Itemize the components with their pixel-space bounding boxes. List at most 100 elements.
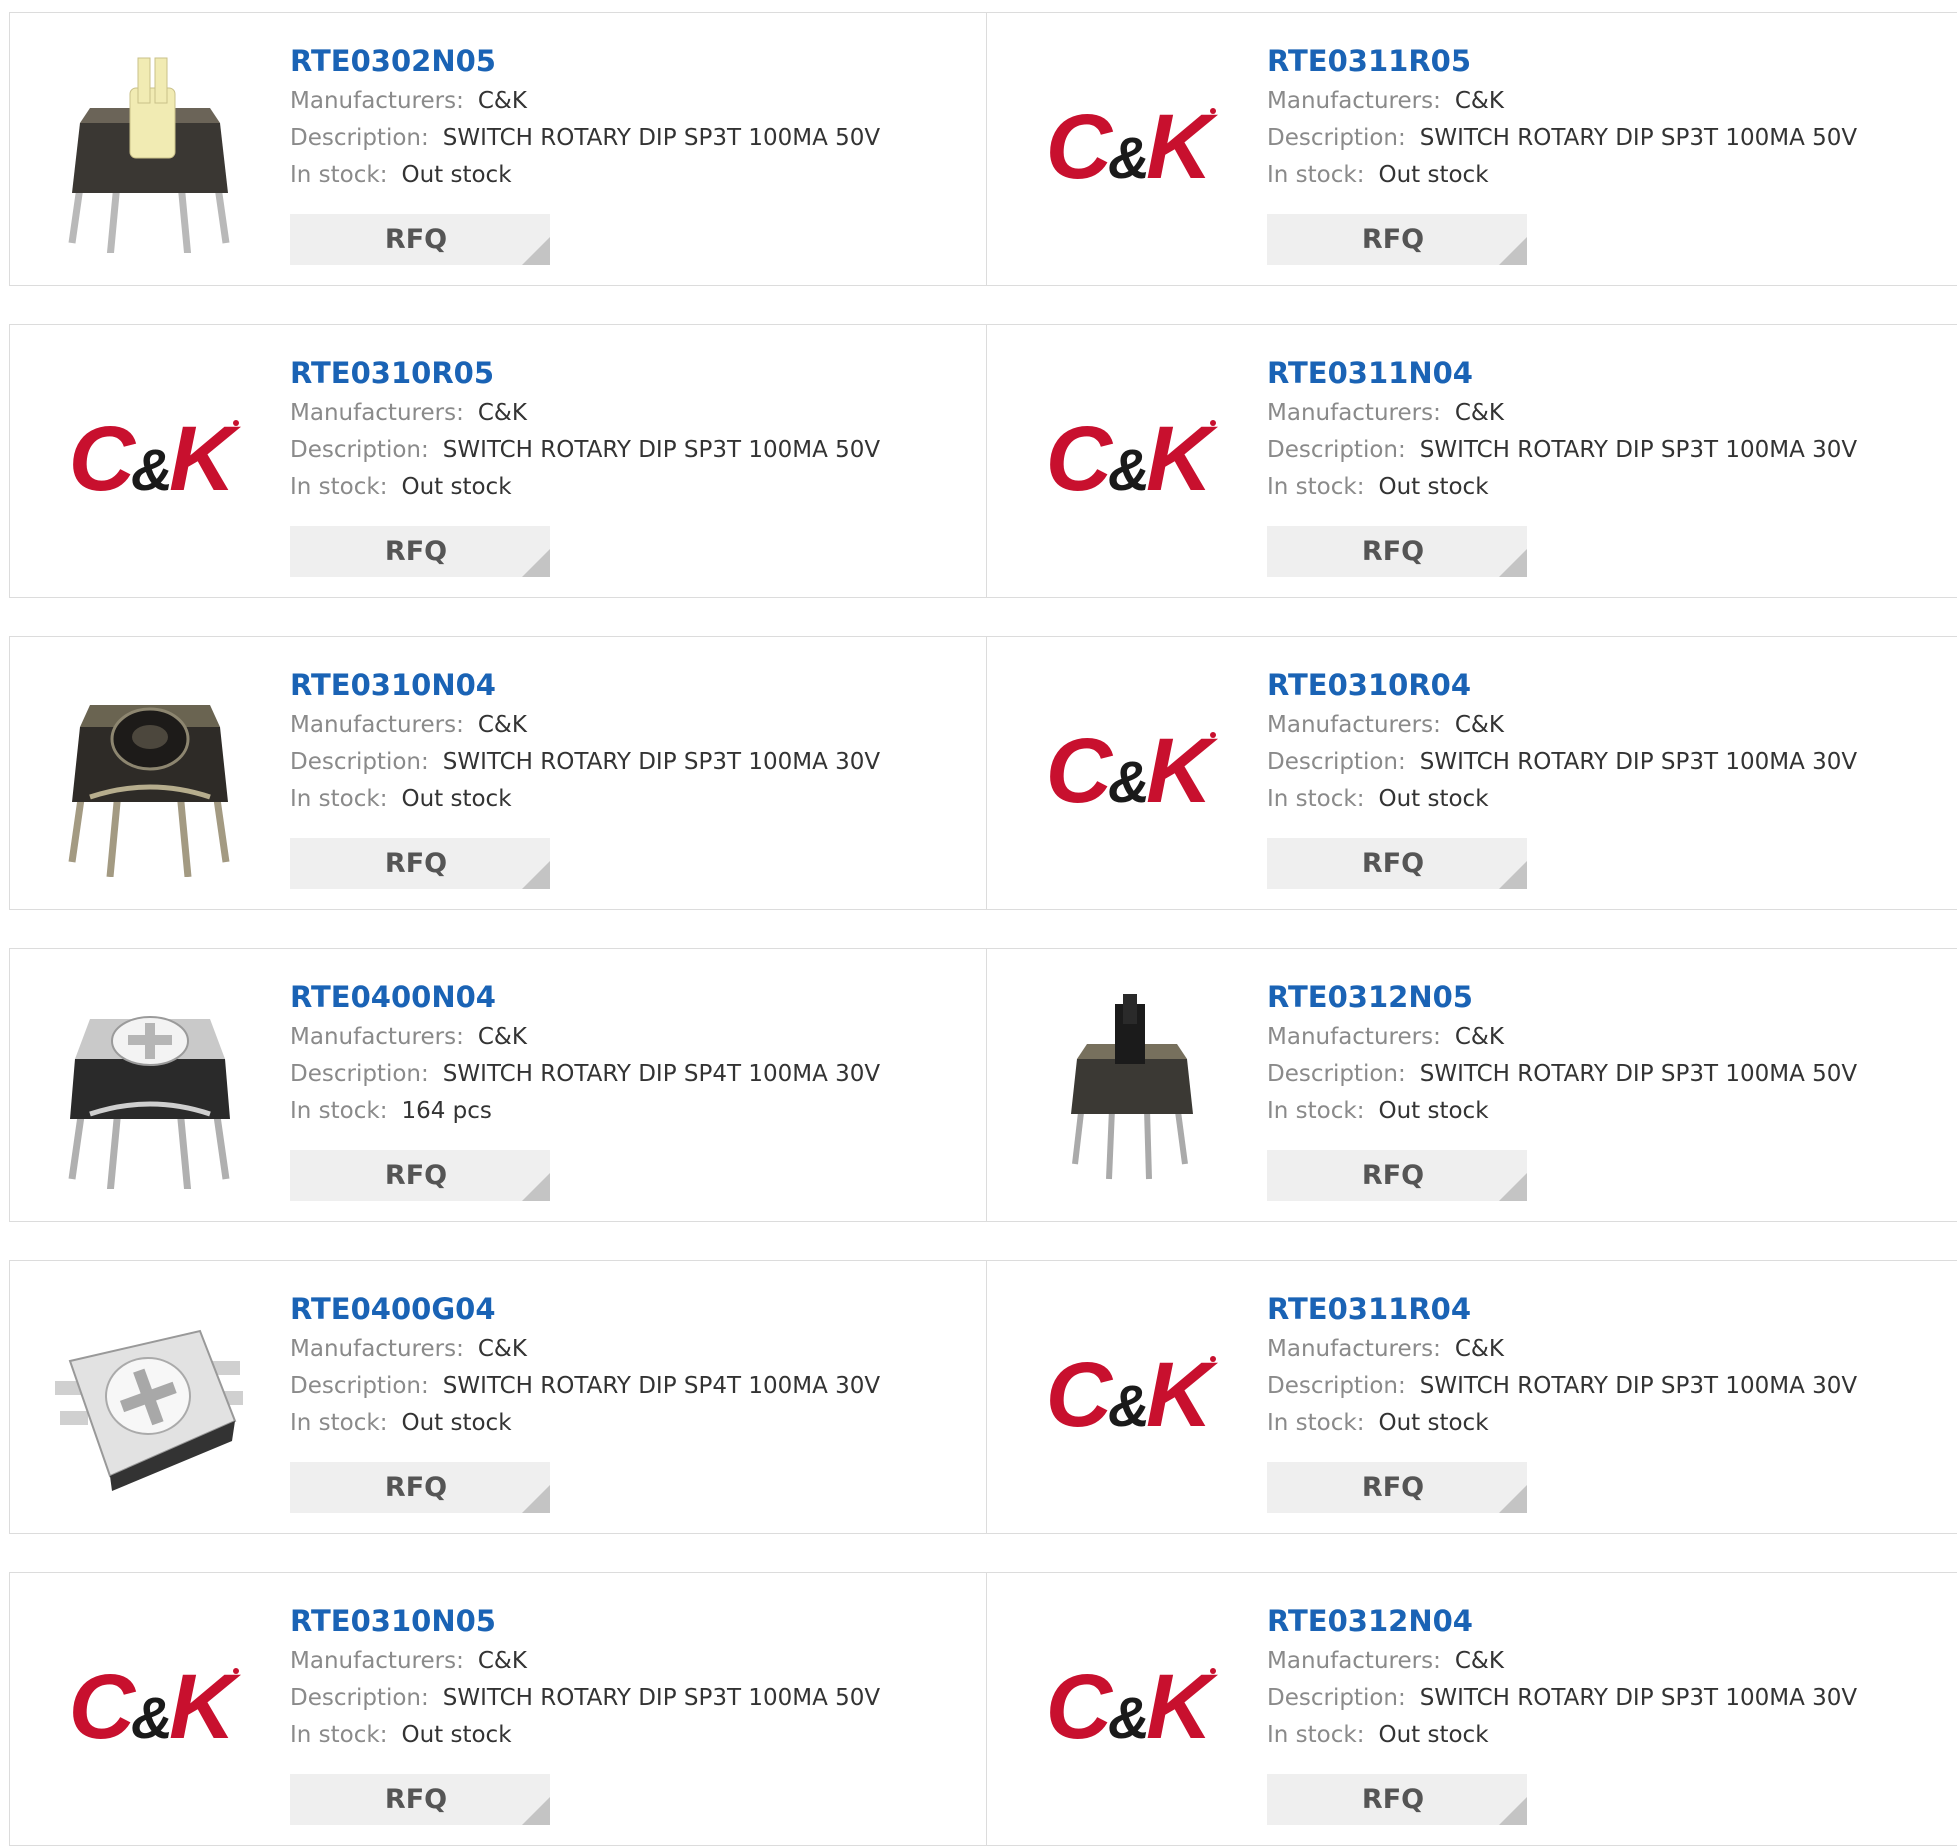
manufacturer-value: C&K bbox=[477, 88, 527, 114]
rfq-button-label: RFQ bbox=[1361, 848, 1425, 879]
ck-logo-icon[interactable]: C&K bbox=[1027, 53, 1227, 253]
manufacturer-line: Manufacturers: C&K bbox=[290, 1331, 976, 1368]
part-number-link[interactable]: RTE0310N05 bbox=[290, 1603, 976, 1643]
manufacturer-label: Manufacturers: bbox=[1267, 88, 1441, 114]
description-value: SWITCH ROTARY DIP SP3T 100MA 30V bbox=[1419, 1685, 1858, 1711]
product-info: RTE0400N04 Manufacturers: C&K Description: S… bbox=[290, 979, 976, 1130]
stock-label: In stock: bbox=[290, 1722, 388, 1748]
stock-line: In stock: Out stock bbox=[290, 1717, 976, 1754]
manufacturer-value: C&K bbox=[477, 712, 527, 738]
rfq-button-label: RFQ bbox=[384, 848, 448, 879]
ck-logo-icon[interactable]: C&K bbox=[50, 365, 250, 565]
manufacturer-value: C&K bbox=[1454, 88, 1504, 114]
rfq-button[interactable]: RFQ bbox=[290, 214, 550, 265]
rfq-button[interactable]: RFQ bbox=[1267, 838, 1527, 889]
description-line: Description: SWITCH ROTARY DIP SP3T 100MA… bbox=[1267, 1368, 1947, 1405]
description-value: SWITCH ROTARY DIP SP3T 100MA 30V bbox=[1419, 749, 1858, 775]
manufacturer-line: Manufacturers: C&K bbox=[290, 1019, 976, 1056]
description-line: Description: SWITCH ROTARY DIP SP3T 100MA… bbox=[1267, 1680, 1947, 1717]
rfq-button[interactable]: RFQ bbox=[1267, 526, 1527, 577]
ck-logo-icon[interactable]: C&K bbox=[50, 1613, 250, 1813]
stock-label: In stock: bbox=[290, 786, 388, 812]
product-info: RTE0312N05 Manufacturers: C&K Description: S… bbox=[1267, 979, 1947, 1130]
corner-triangle-icon bbox=[522, 1485, 550, 1513]
part-number-link[interactable]: RTE0400N04 bbox=[290, 979, 976, 1019]
description-line: Description: SWITCH ROTARY DIP SP3T 100MA… bbox=[1267, 120, 1947, 157]
corner-triangle-icon bbox=[1499, 237, 1527, 265]
product-info: RTE0311R04 Manufacturers: C&K Description: S… bbox=[1267, 1291, 1947, 1442]
rfq-button-label: RFQ bbox=[1361, 1160, 1425, 1191]
product-photo-icon[interactable] bbox=[1027, 989, 1227, 1189]
stock-label: In stock: bbox=[290, 474, 388, 500]
rfq-button[interactable]: RFQ bbox=[290, 1774, 550, 1825]
ck-logo-icon[interactable]: C&K bbox=[1027, 677, 1227, 877]
part-number-link[interactable]: RTE0311R04 bbox=[1267, 1291, 1947, 1331]
part-number-link[interactable]: RTE0310N04 bbox=[290, 667, 976, 707]
description-value: SWITCH ROTARY DIP SP3T 100MA 50V bbox=[442, 437, 881, 463]
part-number-link[interactable]: RTE0311N04 bbox=[1267, 355, 1947, 395]
manufacturer-line: Manufacturers: C&K bbox=[1267, 1331, 1947, 1368]
stock-value: Out stock bbox=[401, 162, 512, 188]
stock-line: In stock: Out stock bbox=[290, 781, 976, 818]
product-row: C&K RTE0310N05 Manufacturers: C&K Descriptio… bbox=[9, 1572, 1957, 1846]
stock-line: In stock: Out stock bbox=[1267, 1717, 1947, 1754]
description-line: Description: SWITCH ROTARY DIP SP3T 100MA… bbox=[290, 1680, 976, 1717]
description-label: Description: bbox=[290, 1685, 429, 1711]
rfq-button[interactable]: RFQ bbox=[290, 526, 550, 577]
manufacturer-label: Manufacturers: bbox=[290, 1336, 464, 1362]
ck-logo-icon[interactable]: C&K bbox=[1027, 1301, 1227, 1501]
stock-value: Out stock bbox=[1378, 786, 1489, 812]
description-line: Description: SWITCH ROTARY DIP SP3T 100MA… bbox=[290, 120, 976, 157]
description-line: Description: SWITCH ROTARY DIP SP3T 100MA… bbox=[1267, 1056, 1947, 1093]
corner-triangle-icon bbox=[1499, 1797, 1527, 1825]
description-value: SWITCH ROTARY DIP SP3T 100MA 50V bbox=[442, 125, 881, 151]
svg-text:C&K: C&K bbox=[69, 408, 242, 510]
rfq-button[interactable]: RFQ bbox=[290, 1150, 550, 1201]
product-info: RTE0310R04 Manufacturers: C&K Description: S… bbox=[1267, 667, 1947, 818]
stock-label: In stock: bbox=[1267, 1098, 1365, 1124]
stock-label: In stock: bbox=[1267, 162, 1365, 188]
part-number-link[interactable]: RTE0310R04 bbox=[1267, 667, 1947, 707]
ck-logo-icon[interactable]: C&K bbox=[1027, 365, 1227, 565]
manufacturer-label: Manufacturers: bbox=[1267, 1648, 1441, 1674]
stock-label: In stock: bbox=[290, 1410, 388, 1436]
rfq-button[interactable]: RFQ bbox=[290, 1462, 550, 1513]
svg-text:C&K: C&K bbox=[1046, 408, 1219, 510]
description-value: SWITCH ROTARY DIP SP3T 100MA 50V bbox=[442, 1685, 881, 1711]
rfq-button-label: RFQ bbox=[1361, 1472, 1425, 1503]
manufacturer-line: Manufacturers: C&K bbox=[1267, 707, 1947, 744]
rfq-button-label: RFQ bbox=[384, 1784, 448, 1815]
stock-label: In stock: bbox=[290, 1098, 388, 1124]
product-photo-icon[interactable] bbox=[50, 989, 250, 1189]
product-photo-icon[interactable] bbox=[50, 1301, 250, 1501]
stock-line: In stock: Out stock bbox=[1267, 1093, 1947, 1130]
rfq-button[interactable]: RFQ bbox=[290, 838, 550, 889]
description-label: Description: bbox=[290, 437, 429, 463]
corner-triangle-icon bbox=[1499, 549, 1527, 577]
stock-value: Out stock bbox=[1378, 1098, 1489, 1124]
stock-line: In stock: Out stock bbox=[290, 157, 976, 194]
stock-value: Out stock bbox=[1378, 1722, 1489, 1748]
product-info: RTE0312N04 Manufacturers: C&K Description: S… bbox=[1267, 1603, 1947, 1754]
part-number-link[interactable]: RTE0312N05 bbox=[1267, 979, 1947, 1019]
product-photo-icon[interactable] bbox=[50, 53, 250, 253]
manufacturer-label: Manufacturers: bbox=[1267, 1024, 1441, 1050]
product-photo-icon[interactable] bbox=[50, 677, 250, 877]
ck-logo-icon[interactable]: C&K bbox=[1027, 1613, 1227, 1813]
product-info: RTE0310N04 Manufacturers: C&K Description: S… bbox=[290, 667, 976, 818]
description-value: SWITCH ROTARY DIP SP3T 100MA 30V bbox=[1419, 1373, 1858, 1399]
rfq-button[interactable]: RFQ bbox=[1267, 214, 1527, 265]
product-grid: RTE0302N05 Manufacturers: C&K Description: S… bbox=[0, 0, 1957, 1846]
manufacturer-line: Manufacturers: C&K bbox=[290, 707, 976, 744]
part-number-link[interactable]: RTE0310R05 bbox=[290, 355, 976, 395]
description-value: SWITCH ROTARY DIP SP4T 100MA 30V bbox=[442, 1373, 881, 1399]
part-number-link[interactable]: RTE0311R05 bbox=[1267, 43, 1947, 83]
rfq-button[interactable]: RFQ bbox=[1267, 1150, 1527, 1201]
part-number-link[interactable]: RTE0400G04 bbox=[290, 1291, 976, 1331]
rfq-button[interactable]: RFQ bbox=[1267, 1774, 1527, 1825]
part-number-link[interactable]: RTE0302N05 bbox=[290, 43, 976, 83]
rfq-button[interactable]: RFQ bbox=[1267, 1462, 1527, 1513]
manufacturer-label: Manufacturers: bbox=[1267, 400, 1441, 426]
svg-text:C&K: C&K bbox=[69, 1656, 242, 1758]
part-number-link[interactable]: RTE0312N04 bbox=[1267, 1603, 1947, 1643]
